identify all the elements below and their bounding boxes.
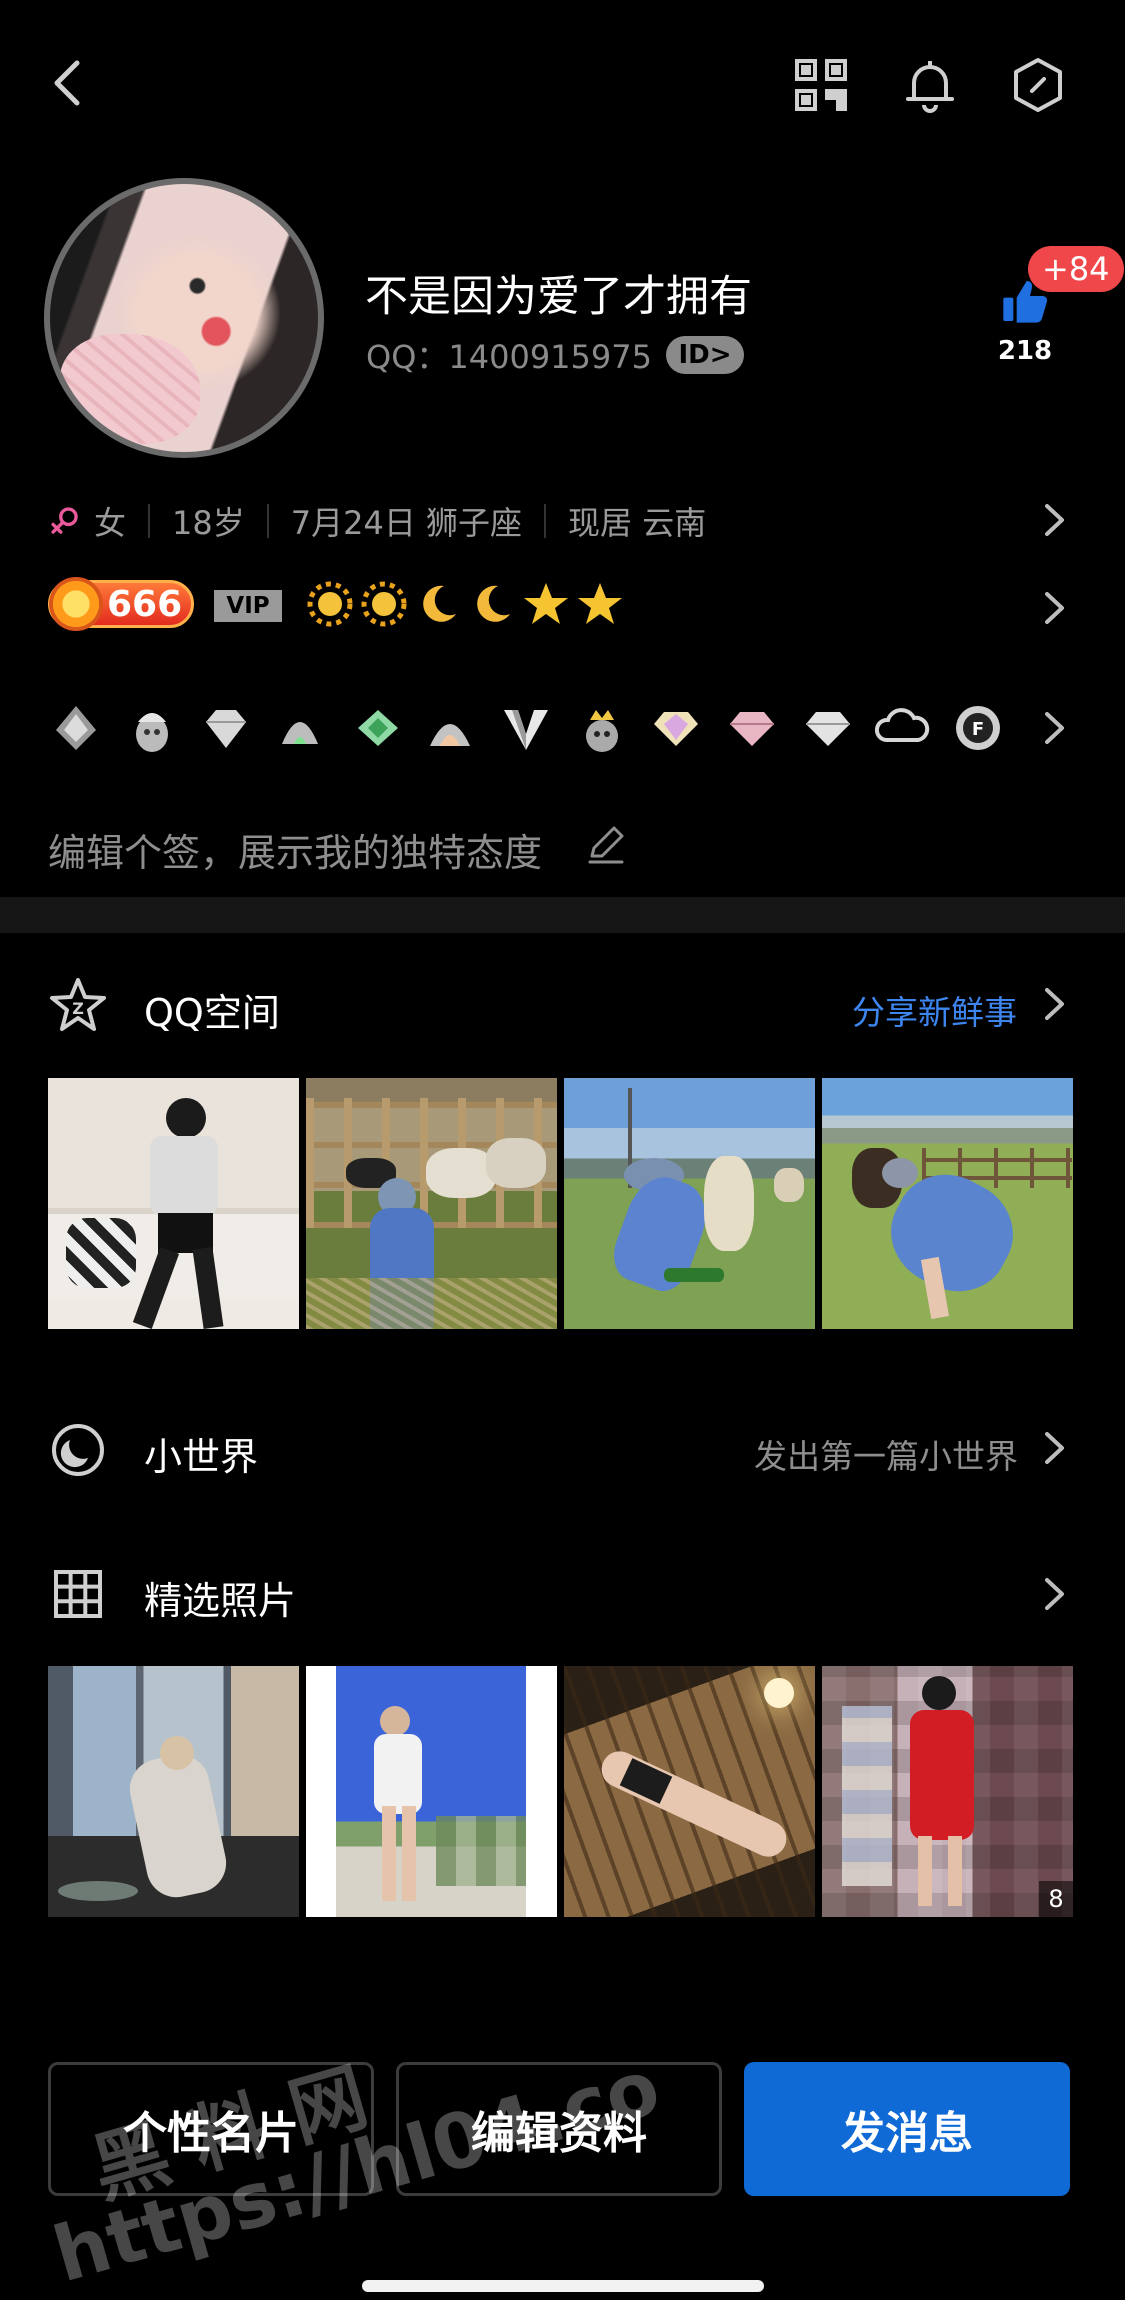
likes-increment-badge: +84 (1028, 246, 1124, 292)
star-icon (578, 583, 622, 624)
chevron-right-icon[interactable] (1034, 1428, 1074, 1468)
divider (266, 504, 269, 538)
qq-number: QQ：1400915975 (366, 338, 652, 376)
badge-silver-wing-icon[interactable] (48, 700, 104, 756)
qzone-photo[interactable] (306, 1078, 557, 1329)
avatar[interactable] (44, 178, 324, 458)
small-world-post-link[interactable]: 发出第一篇小世界 (754, 1430, 1018, 1478)
small-world-icon (52, 1424, 104, 1476)
badge-game-ring-icon[interactable]: F (950, 700, 1006, 756)
badge-diamond-gold-icon[interactable] (648, 700, 704, 756)
badge-diamond-icon[interactable] (198, 700, 254, 756)
divider (544, 504, 547, 538)
birthday: 7月24日 狮子座 (290, 504, 523, 542)
sun-icon (361, 581, 407, 627)
location: 现居 云南 (568, 504, 707, 542)
qr-code-button[interactable] (786, 50, 856, 120)
moon-icon (477, 585, 510, 622)
bell-icon (906, 61, 954, 113)
featured-photos-title[interactable]: 精选照片 (144, 1570, 296, 1625)
qzone-share-link[interactable]: 分享新鲜事 (852, 986, 1017, 1034)
chevron-left-icon (54, 60, 80, 106)
sun-icon (307, 581, 353, 627)
small-world-title[interactable]: 小世界 (144, 1426, 258, 1481)
home-indicator[interactable] (362, 2280, 764, 2292)
send-message-button[interactable]: 发消息 (744, 2062, 1070, 2196)
chevron-right-icon[interactable] (1034, 708, 1074, 748)
level-number: 666 (107, 584, 183, 625)
grid-icon (54, 1570, 102, 1618)
back-button[interactable] (34, 48, 104, 118)
badge-penguin-green-icon[interactable] (272, 700, 328, 756)
vip-badge[interactable]: VIP (214, 590, 282, 622)
section-divider (0, 897, 1125, 933)
star-icon (524, 583, 568, 624)
chevron-right-icon[interactable] (1034, 1574, 1074, 1614)
qzone-photo[interactable] (48, 1078, 299, 1329)
qzone-photo[interactable] (822, 1078, 1073, 1329)
badge-cloud-icon[interactable] (874, 700, 930, 756)
avatar-hand-detail (60, 334, 200, 444)
qzone-photo[interactable] (564, 1078, 815, 1329)
badge-penguin-helmet-icon[interactable] (124, 700, 180, 756)
pencil-icon[interactable] (584, 822, 628, 866)
qzone-star-icon: Z (50, 978, 106, 1031)
featured-photo[interactable] (306, 1666, 557, 1917)
badge-v-icon[interactable] (498, 700, 554, 756)
qq-number-row: QQ：1400915975 ID> (366, 332, 744, 378)
female-icon (51, 507, 78, 534)
likes-count: 218 (997, 336, 1053, 366)
nickname: 不是因为爱了才拥有 (365, 272, 752, 322)
featured-photo[interactable]: 8 (822, 1666, 1073, 1917)
gender: 女 (94, 504, 127, 542)
divider (148, 504, 151, 538)
svg-text:F: F (972, 719, 984, 740)
chevron-right-icon[interactable] (1034, 984, 1074, 1024)
featured-photo-count: 8 (1039, 1881, 1073, 1917)
svg-text:Z: Z (72, 999, 84, 1018)
badge-penguin-rocket-icon[interactable] (422, 700, 478, 756)
chevron-right-icon[interactable] (1034, 588, 1074, 628)
qzone-title[interactable]: QQ空间 (144, 982, 280, 1037)
featured-photo[interactable] (564, 1666, 815, 1917)
id-badge[interactable]: ID> (665, 336, 744, 374)
badge-green-gem-icon[interactable] (350, 700, 406, 756)
sun-icon (49, 577, 103, 631)
featured-photo[interactable] (48, 1666, 299, 1917)
badge-penguin-crown-icon[interactable] (574, 700, 630, 756)
chevron-right-icon[interactable] (1034, 500, 1074, 540)
info-row[interactable]: 女 18岁 7月24日 狮子座 现居 云南 (48, 498, 706, 544)
badge-diamond-pink-icon[interactable] (724, 700, 780, 756)
level-badge[interactable]: 666 (48, 577, 194, 631)
moon-icon (423, 585, 456, 622)
notifications-button[interactable] (895, 50, 965, 120)
signature-placeholder[interactable]: 编辑个签，展示我的独特态度 (48, 822, 542, 877)
age: 18岁 (172, 504, 245, 542)
hexagon-settings-icon (1014, 58, 1062, 112)
settings-button[interactable] (1003, 50, 1073, 120)
qr-code-icon (795, 59, 847, 111)
badge-diamond-silver-icon[interactable] (800, 700, 856, 756)
